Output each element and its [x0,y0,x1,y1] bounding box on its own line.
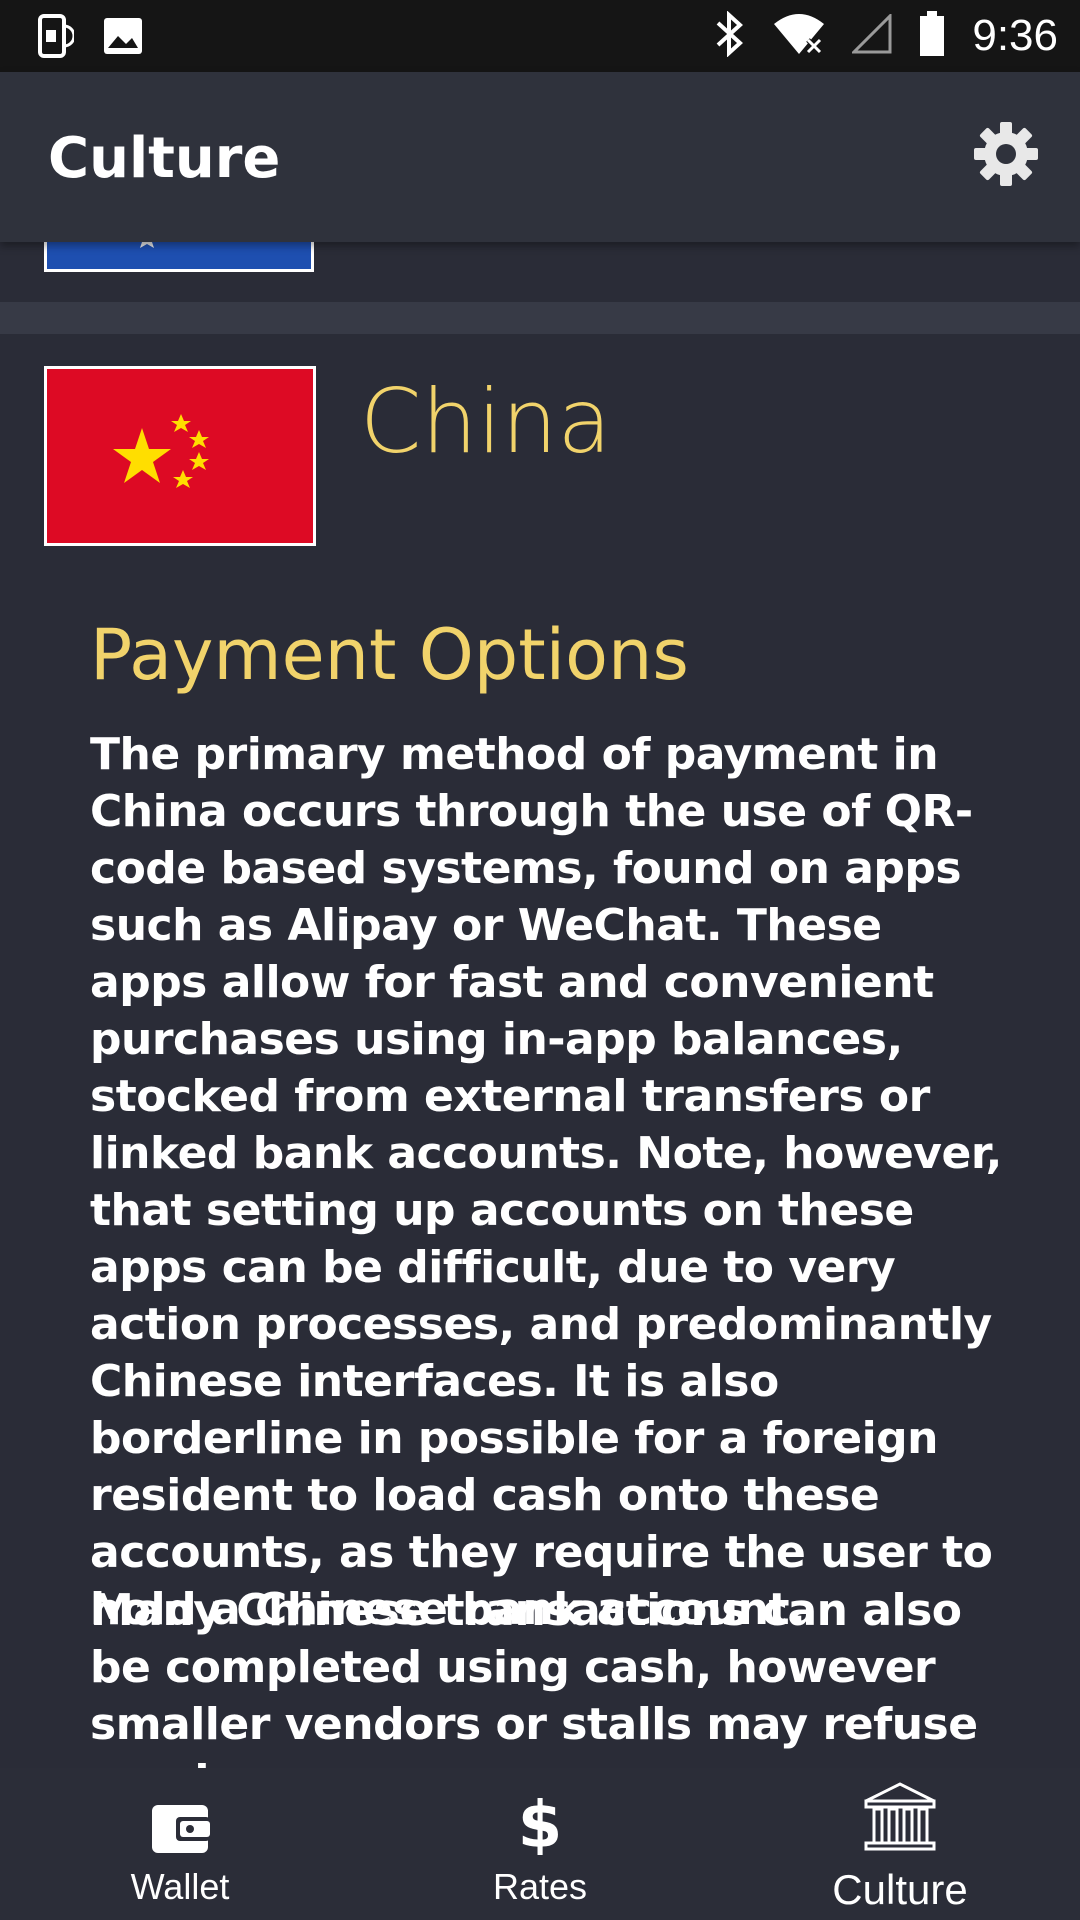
svg-text:$: $ [520,1791,560,1855]
app-bar: Culture [0,72,1080,242]
previous-country-flag [44,242,314,272]
bluetooth-icon [714,9,746,62]
museum-icon [862,1781,938,1860]
cellular-icon [850,11,892,59]
wallet-icon [150,1799,210,1860]
image-icon [102,16,144,61]
payment-paragraph-1: The primary method of payment in China o… [90,729,1002,1635]
gear-icon [972,122,1040,192]
content-scroll[interactable]: China Payment Options The primary method… [0,242,1080,1768]
china-flag [44,366,316,546]
battery-icon [918,10,946,63]
wifi-off-icon [772,12,826,61]
status-time: 9:36 [972,11,1058,60]
settings-button[interactable] [972,120,1040,188]
dollar-icon: $ [518,1789,563,1863]
previous-country-card [0,242,1080,302]
nav-rates-label: Rates [492,1866,588,1907]
nav-wallet[interactable]: Wallet [80,1768,280,1920]
card-separator [0,302,1080,334]
nav-wallet-label: Wallet [130,1866,230,1907]
nav-culture-label: Culture [832,1866,968,1913]
bottom-nav: Wallet $ Rates Culture [0,1768,1080,1920]
nav-culture[interactable]: Culture [800,1768,1000,1920]
status-bar: 9:36 [0,0,1080,72]
page-title: Culture [48,126,281,191]
country-name: China [360,370,612,473]
nav-rates[interactable]: $ Rates [440,1768,640,1920]
payment-paragraph-2: Many Chinese transactions can also be co… [90,1585,978,1768]
section-title: Payment Options [90,614,689,696]
screen-rotation-icon [34,12,76,65]
